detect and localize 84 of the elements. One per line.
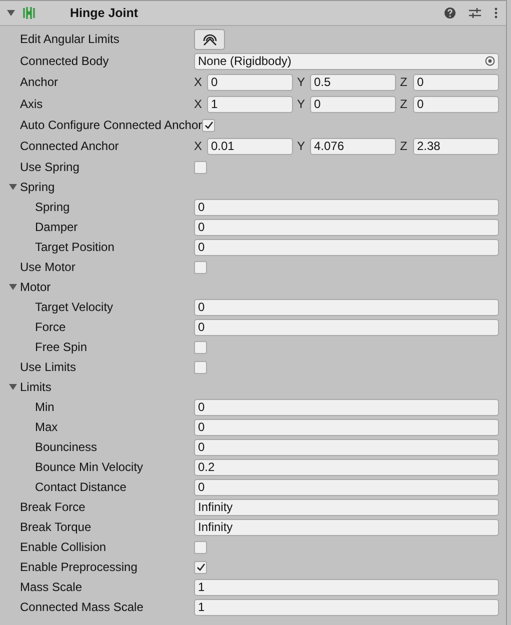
field-label: Connected Anchor xyxy=(20,139,119,153)
foldout-arrow-icon[interactable] xyxy=(8,282,18,292)
field-label: Break Force xyxy=(20,500,86,514)
joint-icon xyxy=(22,6,36,20)
checkmark-icon xyxy=(196,562,206,572)
angle-arcs-icon xyxy=(202,32,218,46)
axis-label: Y xyxy=(297,97,306,111)
checkbox[interactable] xyxy=(194,560,207,574)
field-label: Connected Mass Scale xyxy=(20,600,144,614)
number-field[interactable]: Infinity xyxy=(194,498,499,516)
number-field[interactable]: 1 xyxy=(207,96,293,112)
number-field[interactable]: 4.076 xyxy=(310,138,396,154)
settings-sliders-icon[interactable] xyxy=(468,7,482,19)
field-label: Contact Distance xyxy=(35,480,126,494)
number-field[interactable]: 0 xyxy=(413,96,499,112)
number-field[interactable]: 0 xyxy=(194,218,499,236)
field-label: Connected Body xyxy=(20,54,109,68)
axis-label: Z xyxy=(400,75,408,89)
number-field[interactable]: 0 xyxy=(194,418,499,436)
number-field[interactable]: 0 xyxy=(194,478,499,496)
field-label: Mass Scale xyxy=(20,580,82,594)
field-label: Target Position xyxy=(35,240,114,254)
checkbox[interactable] xyxy=(194,260,207,274)
number-field[interactable]: 0 xyxy=(194,198,499,216)
foldout-label[interactable]: Spring xyxy=(20,180,55,194)
number-field[interactable]: 0 xyxy=(413,74,499,90)
axis-label: X xyxy=(194,139,204,153)
number-field[interactable]: 0 xyxy=(207,74,293,90)
field-label: Use Limits xyxy=(20,360,76,374)
field-label: Bounciness xyxy=(35,440,98,454)
edit-button[interactable] xyxy=(194,28,225,50)
number-field[interactable]: 0.2 xyxy=(194,458,499,476)
field-label: Damper xyxy=(35,220,78,234)
field-label: Use Spring xyxy=(20,160,80,174)
checkbox[interactable] xyxy=(194,160,207,174)
number-field[interactable]: 0 xyxy=(194,318,499,336)
number-field[interactable]: 0.01 xyxy=(207,138,293,154)
number-field[interactable]: Infinity xyxy=(194,518,499,536)
object-field[interactable]: None (Rigidbody) xyxy=(194,52,499,70)
field-label: Max xyxy=(35,420,58,434)
foldout-arrow-icon[interactable] xyxy=(8,182,18,192)
axis-label: Y xyxy=(297,75,306,89)
axis-label: Z xyxy=(400,139,408,153)
foldout-label[interactable]: Limits xyxy=(20,380,52,394)
field-label: Edit Angular Limits xyxy=(20,32,120,46)
foldout-label[interactable]: Motor xyxy=(20,280,51,294)
field-label: Enable Collision xyxy=(20,540,106,554)
number-field[interactable]: 2.38 xyxy=(413,138,499,154)
number-field[interactable]: 0.5 xyxy=(310,74,396,90)
checkbox[interactable] xyxy=(194,360,207,374)
help-icon[interactable] xyxy=(444,7,456,19)
field-label: Use Motor xyxy=(20,260,76,274)
field-label: Anchor xyxy=(20,75,58,89)
checkmark-icon xyxy=(204,120,214,130)
field-label: Axis xyxy=(20,97,43,111)
target-picker-icon[interactable] xyxy=(485,56,495,66)
foldout-arrow-icon[interactable] xyxy=(6,8,16,18)
number-field[interactable]: 1 xyxy=(194,578,499,596)
number-field[interactable]: 1 xyxy=(194,598,499,616)
field-label: Min xyxy=(35,400,54,414)
field-label: Break Torque xyxy=(20,520,92,534)
more-menu-icon[interactable] xyxy=(494,7,498,19)
number-field[interactable]: 0 xyxy=(194,238,499,256)
field-label: Enable Preprocessing xyxy=(20,560,138,574)
checkbox[interactable] xyxy=(194,340,207,354)
foldout-arrow-icon[interactable] xyxy=(8,382,18,392)
checkbox[interactable] xyxy=(202,118,216,132)
field-label: Spring xyxy=(35,200,70,214)
field-label: Free Spin xyxy=(35,340,88,354)
field-label: Auto Configure Connected Anchor xyxy=(20,118,202,132)
number-field[interactable]: 0 xyxy=(194,298,499,316)
axis-label: X xyxy=(194,75,204,89)
axis-label: Z xyxy=(400,97,408,111)
number-field[interactable]: 0 xyxy=(310,96,396,112)
checkbox[interactable] xyxy=(194,540,207,554)
component-title: Hinge Joint xyxy=(70,6,138,20)
axis-label: X xyxy=(194,97,204,111)
number-field[interactable]: 0 xyxy=(194,398,499,416)
field-label: Bounce Min Velocity xyxy=(35,460,144,474)
field-label: Force xyxy=(35,320,66,334)
field-label: Target Velocity xyxy=(35,300,114,314)
component-header[interactable]: Hinge Joint xyxy=(0,1,506,26)
axis-label: Y xyxy=(297,139,306,153)
number-field[interactable]: 0 xyxy=(194,438,499,456)
